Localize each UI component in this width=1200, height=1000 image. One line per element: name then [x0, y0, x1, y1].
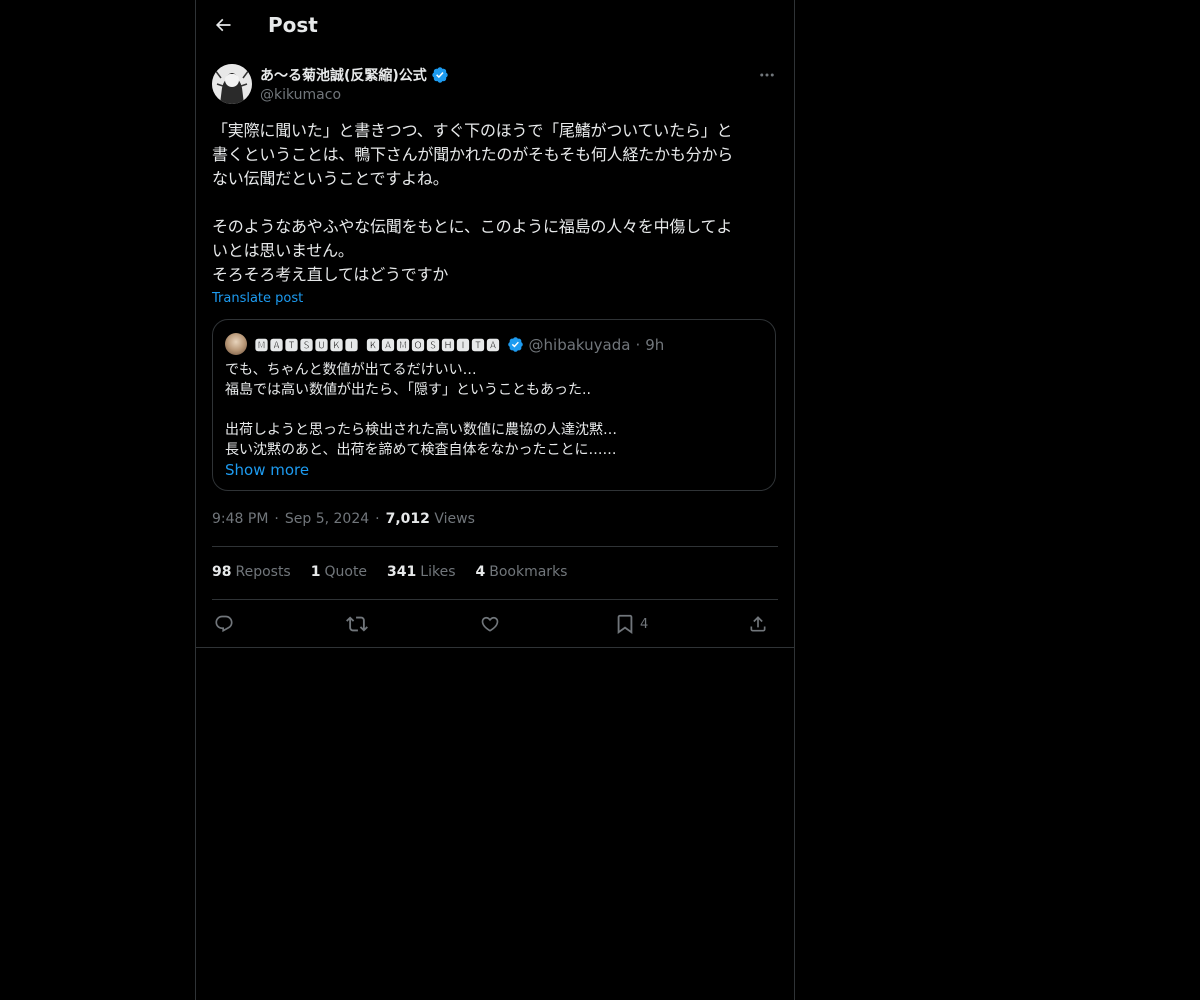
likes-label: Likes: [420, 564, 456, 580]
page-header: Post: [196, 0, 794, 53]
bookmark-count: 4: [640, 616, 649, 632]
reposts-count: 98: [212, 564, 232, 580]
separator-dot: ·: [375, 511, 380, 527]
post-time[interactable]: 9:48 PM: [212, 511, 268, 527]
separator-dot: ·: [274, 511, 279, 527]
bookmarks-stat[interactable]: 4 Bookmarks: [476, 564, 568, 580]
quotes-label: Quote: [324, 564, 368, 580]
more-dots-icon: [760, 73, 774, 77]
author-name[interactable]: あ〜る菊池誠(反緊縮)公式: [260, 65, 449, 85]
quoted-author-avatar: [225, 333, 247, 355]
main-column: Post あ〜る菊池誠(反緊縮)公式 @kikumaco 「実際に聞いた」と書き…: [195, 0, 795, 1000]
verified-badge-icon: [507, 337, 523, 352]
avatar-image: [212, 64, 252, 104]
author-handle[interactable]: @kikumaco: [260, 87, 341, 103]
share-icon: [750, 616, 766, 632]
verified-badge-icon: [432, 67, 448, 83]
divider: [212, 546, 778, 547]
post-date[interactable]: Sep 5, 2024: [285, 511, 369, 527]
views-count: 7,012: [385, 511, 430, 527]
like-button[interactable]: [480, 610, 500, 638]
quoted-author-handle: @hibakuyada: [528, 335, 631, 354]
quoted-post-time: 9h: [645, 335, 665, 354]
repost-button[interactable]: [346, 610, 368, 638]
action-bar: 4: [212, 610, 778, 638]
repost-icon: [346, 616, 368, 632]
back-button[interactable]: [206, 8, 240, 42]
arrow-left-icon: [215, 18, 231, 32]
quotes-stat[interactable]: 1 Quote: [311, 564, 367, 580]
show-more-link[interactable]: Show more: [225, 461, 309, 479]
reply-icon: [215, 615, 233, 633]
author-avatar[interactable]: [212, 64, 252, 104]
quotes-count: 1: [310, 564, 321, 580]
views-label: Views: [434, 511, 475, 527]
post-text: 「実際に聞いた」と書きつつ、すぐ下のほうで「尾鰭がついていたら」と 書くというこ…: [212, 121, 734, 284]
post-meta: 9:48 PM · Sep 5, 2024 · 7,012 Views: [212, 511, 475, 527]
quoted-post-header: 🅼🅰🆃🆂🆄🅺🅸 🅺🅰🅼🅾🆂🅷🅸🆃🅰 @hibakuyada · 9h: [255, 335, 665, 355]
post-bottom-border: [196, 647, 794, 648]
likes-stat[interactable]: 341 Likes: [387, 564, 455, 580]
likes-count: 341: [387, 564, 417, 580]
author-display-name: あ〜る菊池誠(反緊縮)公式: [260, 68, 427, 84]
quoted-author-name: 🅼🅰🆃🆂🆄🅺🅸 🅺🅰🅼🅾🆂🅷🅸🆃🅰: [255, 339, 502, 354]
translate-post-link[interactable]: Translate post: [212, 291, 303, 306]
bookmark-icon: [617, 614, 633, 635]
bookmarks-label: Bookmarks: [489, 564, 568, 580]
share-button[interactable]: [748, 610, 768, 638]
reply-button[interactable]: [214, 610, 234, 638]
post-stats: 98 Reposts 1 Quote 341 Likes 4 Bookmarks: [212, 564, 567, 580]
separator-dot: ·: [635, 335, 641, 354]
divider: [212, 599, 778, 600]
page-title: Post: [268, 13, 318, 37]
reposts-stat[interactable]: 98 Reposts: [212, 564, 291, 580]
reposts-label: Reposts: [235, 564, 291, 580]
more-options-button[interactable]: [752, 64, 782, 86]
quoted-post[interactable]: 🅼🅰🆃🆂🆄🅺🅸 🅺🅰🅼🅾🆂🅷🅸🆃🅰 @hibakuyada · 9h でも、ちゃ…: [212, 319, 776, 491]
bookmark-button[interactable]: 4: [614, 610, 648, 638]
bookmarks-count: 4: [475, 564, 486, 580]
heart-icon: [481, 616, 499, 632]
quoted-post-text: でも、ちゃんと数値が出てるだけいい… 福島では高い数値が出たら、「隠す」というこ…: [225, 362, 617, 458]
